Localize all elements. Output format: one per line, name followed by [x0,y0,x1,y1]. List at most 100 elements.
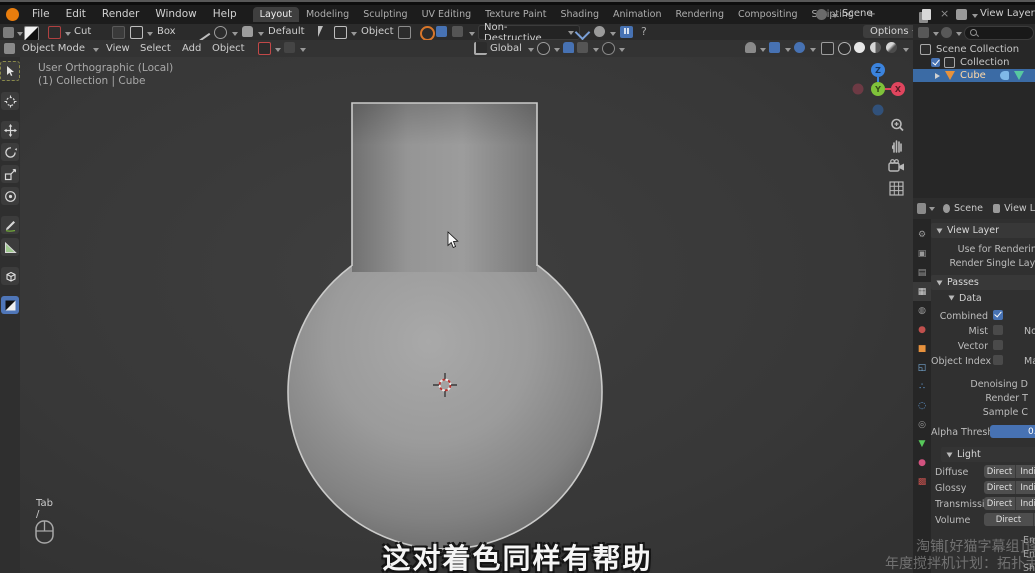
tab-particles[interactable]: ∴ [913,377,931,396]
gizmo-neg-z-axis[interactable] [873,105,884,116]
scene-name-field[interactable]: Scene [842,8,873,19]
mesh-data-icon[interactable] [1014,71,1024,80]
workspace-tab-compositing[interactable]: Compositing [731,7,805,22]
gear-icon[interactable] [594,26,605,37]
tab-material[interactable]: ● [913,453,931,472]
menu-edit[interactable]: Edit [58,5,94,24]
caret-down-icon[interactable] [610,32,616,36]
display-icon[interactable] [398,26,411,39]
shading-material-icon[interactable] [870,42,881,53]
outliner-search-input[interactable] [964,26,1034,40]
tab-world[interactable]: ● [913,320,931,339]
grid-snap-icon[interactable] [436,26,447,37]
caret-down-icon[interactable] [65,32,71,36]
breadcrumb-layer[interactable]: View L [1004,203,1035,214]
snap-magnet-icon[interactable] [563,42,574,53]
workspace-tab-rendering[interactable]: Rendering [668,7,731,22]
tab-output[interactable]: ▤ [913,263,931,282]
outliner-row-scene-collection[interactable]: Scene Collection [913,43,1035,56]
caret-down-icon[interactable] [832,14,838,18]
outliner-display-mode-icon[interactable] [918,27,929,38]
caret-down-icon[interactable] [300,48,306,52]
tab-render[interactable]: ▣ [913,244,931,263]
lock-icon[interactable] [242,26,253,37]
orientation-dropdown[interactable]: Global [490,43,522,54]
workspace-tab-animation[interactable]: Animation [606,7,668,22]
cursor-snap-icon[interactable] [318,26,323,37]
tool-cursor[interactable] [1,92,19,110]
xray-toggle-icon[interactable] [821,42,834,55]
pan-hand-button[interactable] [889,137,906,154]
transmission-indirect-button[interactable]: Indirect [1015,497,1035,510]
menu-render[interactable]: Render [94,5,147,24]
pass-mist-checkbox[interactable] [993,325,1003,335]
boxcutter-logo-icon[interactable] [24,26,39,41]
panel-light[interactable]: Light [941,447,1035,462]
caret-down-icon[interactable] [258,32,264,36]
help-icon[interactable]: ? [641,25,647,38]
caret-down-icon[interactable] [351,32,357,36]
workspace-tab-layout[interactable]: Layout [253,7,299,22]
shading-rendered-icon[interactable] [886,42,897,53]
shading-solid-icon[interactable] [854,42,865,53]
tool-add-cube[interactable] [1,267,19,285]
gizmo-neg-x-axis[interactable] [853,84,864,95]
menu-object[interactable]: Object [212,43,245,54]
tool-transform[interactable] [1,187,19,205]
panel-passes[interactable]: Passes [931,275,1035,290]
diffuse-direct-button[interactable]: Direct [984,465,1015,478]
object-align-label[interactable]: Object [361,26,394,37]
caret-down-icon[interactable] [275,48,281,52]
mode-dropdown[interactable]: Object Mode [22,43,85,54]
menu-add[interactable]: Add [182,43,201,54]
editor-type-icon[interactable] [4,43,15,54]
default-behavior-label[interactable]: Default [268,26,305,37]
shading-wireframe-icon[interactable] [838,42,851,55]
viewport-canvas[interactable]: User Orthographic (Local) (1) Collection… [20,57,913,573]
proportional-editing-icon[interactable] [602,42,615,55]
workspace-tab-uv-editing[interactable]: UV Editing [415,7,479,22]
data-section[interactable]: Data [949,293,982,304]
menu-help[interactable]: Help [205,5,245,24]
caret-down-icon[interactable] [810,48,816,52]
tab-constraints[interactable]: ◎ [913,415,931,434]
navigation-gizmo[interactable]: Z X Y [848,58,908,120]
camera-view-button[interactable] [888,159,906,174]
tab-physics[interactable]: ◌ [913,396,931,415]
tool-boxcutter[interactable] [1,296,19,314]
tab-tool[interactable]: ⚙ [913,225,931,244]
collection-checkbox[interactable] [931,58,940,67]
shape-mode-label[interactable]: Box [157,26,176,37]
align-icon[interactable] [334,26,347,39]
caret-down-icon[interactable] [956,32,962,36]
recall-icon[interactable] [420,26,435,41]
tool-measure[interactable] [1,238,19,256]
outliner-row-cube[interactable]: Cube [913,69,1035,82]
shape-lock-icon[interactable] [112,26,125,39]
pass-object-index-checkbox[interactable] [993,355,1003,365]
workspace-tab-shading[interactable]: Shading [553,7,606,22]
menu-file[interactable]: File [24,5,58,24]
glossy-indirect-button[interactable]: Indirect [1015,481,1035,494]
caret-down-icon[interactable] [972,14,978,18]
tool-annotate[interactable] [1,216,19,234]
outliner-filter-icon[interactable] [941,27,952,38]
tab-object[interactable]: ■ [913,339,931,358]
expand-arrow-icon[interactable] [935,73,940,79]
ortho-grid-button[interactable] [889,181,905,197]
cut-mode-label[interactable]: Cut [74,26,91,37]
sort-modifiers-icon[interactable] [452,26,463,37]
pass-combined-checkbox[interactable] [993,310,1003,320]
caret-down-icon[interactable] [619,48,625,52]
caret-down-icon[interactable] [760,48,766,52]
caret-down-icon[interactable] [17,32,23,36]
caret-down-icon[interactable] [593,48,599,52]
pass-vector-checkbox[interactable] [993,340,1003,350]
tab-texture[interactable]: ▩ [913,472,931,491]
tool-move[interactable] [1,121,19,139]
origin-icon[interactable] [214,26,227,39]
caret-down-icon[interactable] [929,207,935,211]
box-shape-icon[interactable] [130,26,143,39]
tab-view-layer[interactable]: ▦ [913,282,931,301]
boxcutter-menu-icon[interactable] [284,42,295,53]
